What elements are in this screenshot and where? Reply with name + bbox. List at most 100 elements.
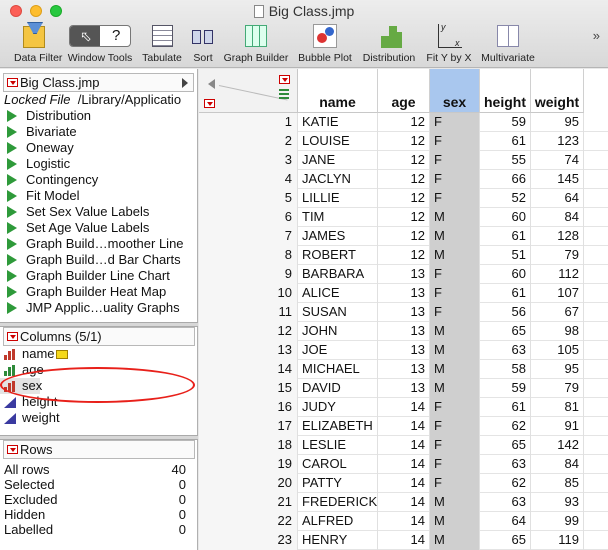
row-number[interactable]: 12 — [199, 322, 298, 341]
table-script-item[interactable]: JMP Applic…uality Graphs — [0, 300, 197, 316]
cell-weight[interactable]: 91 — [531, 417, 584, 436]
table-row[interactable]: 19 CAROL 14 F 63 84 — [199, 455, 608, 474]
cell-sex[interactable]: F — [430, 189, 480, 208]
cell-name[interactable]: MICHAEL — [298, 360, 378, 379]
cell-height[interactable]: 65 — [480, 322, 531, 341]
row-number[interactable]: 4 — [199, 170, 298, 189]
cell-name[interactable]: ALICE — [298, 284, 378, 303]
table-row[interactable]: 4 JACLYN 12 F 66 145 — [199, 170, 608, 189]
row-number[interactable]: 8 — [199, 246, 298, 265]
run-script-icon[interactable] — [7, 286, 17, 298]
run-script-icon[interactable] — [7, 110, 17, 122]
rows-red-triangle-icon[interactable] — [7, 445, 18, 454]
row-number[interactable]: 5 — [199, 189, 298, 208]
run-script-icon[interactable] — [7, 206, 17, 218]
collapse-arrow-icon[interactable] — [208, 79, 215, 89]
run-script-icon[interactable] — [7, 158, 17, 170]
table-row[interactable]: 23 HENRY 14 M 65 119 — [199, 531, 608, 550]
table-row[interactable]: 5 LILLIE 12 F 52 64 — [199, 189, 608, 208]
row-number[interactable]: 21 — [199, 493, 298, 512]
column-item-weight[interactable]: weight — [0, 410, 198, 426]
row-number[interactable]: 2 — [199, 132, 298, 151]
row-number[interactable]: 1 — [199, 113, 298, 132]
cell-sex[interactable]: F — [430, 265, 480, 284]
cell-sex[interactable]: M — [430, 493, 480, 512]
table-row[interactable]: 8 ROBERT 12 M 51 79 — [199, 246, 608, 265]
cell-age[interactable]: 14 — [378, 455, 430, 474]
columns-red-triangle-icon[interactable] — [7, 332, 18, 341]
cell-weight[interactable]: 81 — [531, 398, 584, 417]
cell-name[interactable]: JANE — [298, 151, 378, 170]
rows-panel-header[interactable]: Rows — [3, 440, 195, 459]
table-row[interactable]: 10 ALICE 13 F 61 107 — [199, 284, 608, 303]
cell-sex[interactable]: F — [430, 455, 480, 474]
cell-age[interactable]: 14 — [378, 512, 430, 531]
cell-sex[interactable]: M — [430, 208, 480, 227]
cell-age[interactable]: 12 — [378, 227, 430, 246]
cell-weight[interactable]: 99 — [531, 512, 584, 531]
cell-weight[interactable]: 95 — [531, 113, 584, 132]
table-row[interactable]: 20 PATTY 14 F 62 85 — [199, 474, 608, 493]
cell-sex[interactable]: F — [430, 132, 480, 151]
cell-age[interactable]: 14 — [378, 493, 430, 512]
table-script-item[interactable]: Set Age Value Labels — [0, 220, 197, 236]
cell-sex[interactable]: M — [430, 379, 480, 398]
table-row[interactable]: 11 SUSAN 13 F 56 67 — [199, 303, 608, 322]
cell-height[interactable]: 61 — [480, 132, 531, 151]
run-script-icon[interactable] — [7, 142, 17, 154]
cell-weight[interactable]: 123 — [531, 132, 584, 151]
cell-height[interactable]: 60 — [480, 208, 531, 227]
cell-height[interactable]: 66 — [480, 170, 531, 189]
cell-height[interactable]: 63 — [480, 493, 531, 512]
cell-name[interactable]: JUDY — [298, 398, 378, 417]
cell-height[interactable]: 63 — [480, 455, 531, 474]
toolbar-overflow-chevron-icon[interactable]: » — [593, 28, 600, 43]
tabulate-button[interactable]: Tabulate — [140, 22, 184, 64]
graph-builder-button[interactable]: Graph Builder — [221, 22, 291, 64]
cell-name[interactable]: ELIZABETH — [298, 417, 378, 436]
cell-name[interactable]: LILLIE — [298, 189, 378, 208]
cell-weight[interactable]: 74 — [531, 151, 584, 170]
cell-age[interactable]: 14 — [378, 417, 430, 436]
table-row[interactable]: 15 DAVID 13 M 59 79 — [199, 379, 608, 398]
cell-sex[interactable]: F — [430, 417, 480, 436]
cell-name[interactable]: JOE — [298, 341, 378, 360]
cell-name[interactable]: KATIE — [298, 113, 378, 132]
cell-age[interactable]: 13 — [378, 360, 430, 379]
table-panel-header[interactable]: Big Class.jmp — [3, 73, 194, 92]
cell-age[interactable]: 12 — [378, 151, 430, 170]
cell-sex[interactable]: M — [430, 341, 480, 360]
table-row[interactable]: 3 JANE 12 F 55 74 — [199, 151, 608, 170]
cell-name[interactable]: PATTY — [298, 474, 378, 493]
cell-age[interactable]: 14 — [378, 531, 430, 550]
row-number[interactable]: 19 — [199, 455, 298, 474]
run-script-icon[interactable] — [7, 270, 17, 282]
cell-weight[interactable]: 98 — [531, 322, 584, 341]
cell-weight[interactable]: 107 — [531, 284, 584, 303]
cell-age[interactable]: 13 — [378, 379, 430, 398]
table-script-item[interactable]: Bivariate — [0, 124, 197, 140]
row-number[interactable]: 11 — [199, 303, 298, 322]
table-row[interactable]: 6 TIM 12 M 60 84 — [199, 208, 608, 227]
row-number[interactable]: 3 — [199, 151, 298, 170]
row-number[interactable]: 22 — [199, 512, 298, 531]
cell-sex[interactable]: M — [430, 531, 480, 550]
column-item-age[interactable]: age — [0, 362, 198, 378]
cell-weight[interactable]: 112 — [531, 265, 584, 284]
cell-name[interactable]: ALFRED — [298, 512, 378, 531]
table-script-item[interactable]: Graph Builder Line Chart — [0, 268, 197, 284]
cell-height[interactable]: 58 — [480, 360, 531, 379]
run-script-icon[interactable] — [7, 302, 17, 314]
table-row[interactable]: 12 JOHN 13 M 65 98 — [199, 322, 608, 341]
cell-height[interactable]: 65 — [480, 531, 531, 550]
table-row[interactable]: 2 LOUISE 12 F 61 123 — [199, 132, 608, 151]
cell-weight[interactable]: 84 — [531, 208, 584, 227]
cell-age[interactable]: 13 — [378, 341, 430, 360]
run-script-icon[interactable] — [7, 126, 17, 138]
cell-sex[interactable]: M — [430, 512, 480, 531]
cell-age[interactable]: 12 — [378, 208, 430, 227]
cell-sex[interactable]: F — [430, 113, 480, 132]
row-number[interactable]: 14 — [199, 360, 298, 379]
table-red-triangle-icon[interactable] — [7, 78, 18, 87]
column-header-weight[interactable]: weight — [531, 69, 584, 113]
